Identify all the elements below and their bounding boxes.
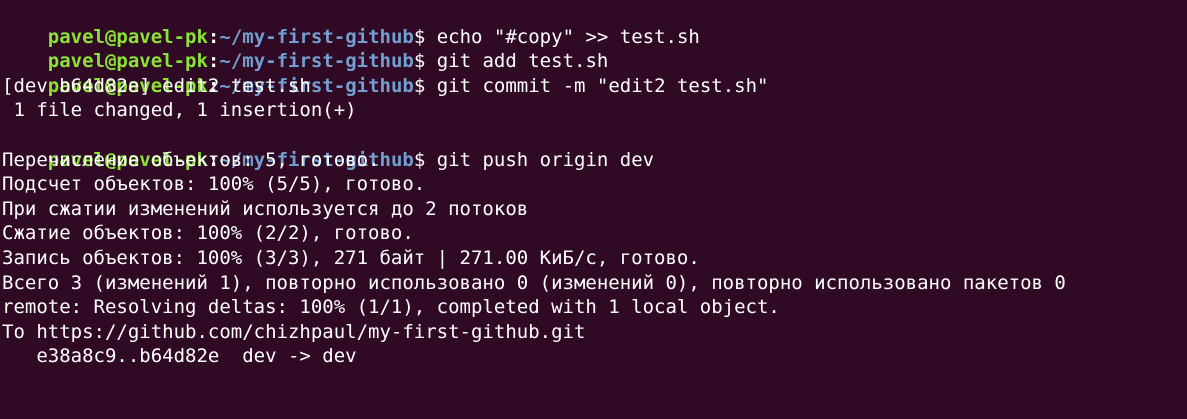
output-line: 1 file changed, 1 insertion(+): [2, 99, 357, 122]
prompt-line: pavel@pavel-pk:~/my-first-github$ git pu…: [2, 123, 1187, 171]
output-line: При сжатии изменений используется до 2 п…: [2, 197, 529, 220]
output-line: Всего 3 (изменений 1), повторно использо…: [2, 271, 1066, 294]
prompt-dollar: $: [413, 74, 437, 97]
output-line: e38a8c9..b64d82e dev -> dev: [2, 345, 357, 368]
command-text: git push origin dev: [436, 148, 655, 171]
command-text: echo "#copy" >> test.sh: [436, 25, 700, 48]
prompt-separator: :: [207, 50, 220, 73]
command-text: git commit -m "edit2 test.sh": [436, 74, 769, 97]
output-line: To https://github.com/chizhpaul/my-first…: [2, 320, 586, 343]
prompt-path: ~/my-first-github: [219, 25, 414, 48]
output-line: Подсчет объектов: 100% (5/5), готово.: [2, 173, 426, 196]
prompt-user: pavel@pavel-pk: [47, 50, 208, 73]
prompt-separator: :: [207, 25, 220, 48]
prompt-path: ~/my-first-github: [219, 50, 414, 73]
prompt-user: pavel@pavel-pk: [47, 25, 208, 48]
prompt-line: pavel@pavel-pk:~/my-first-github$ echo "…: [2, 0, 1187, 48]
prompt-dollar: $: [413, 148, 437, 171]
output-line: remote: Resolving deltas: 100% (1/1), co…: [2, 296, 780, 319]
prompt-dollar: $: [413, 25, 437, 48]
output-line: Сжатие объектов: 100% (2/2), готово.: [2, 222, 414, 245]
prompt-dollar: $: [413, 50, 437, 73]
command-text: git add test.sh: [436, 50, 609, 73]
output-line: Запись объектов: 100% (3/3), 271 байт | …: [2, 246, 700, 269]
terminal-window[interactable]: pavel@pavel-pk:~/my-first-github$ echo "…: [0, 0, 1187, 419]
